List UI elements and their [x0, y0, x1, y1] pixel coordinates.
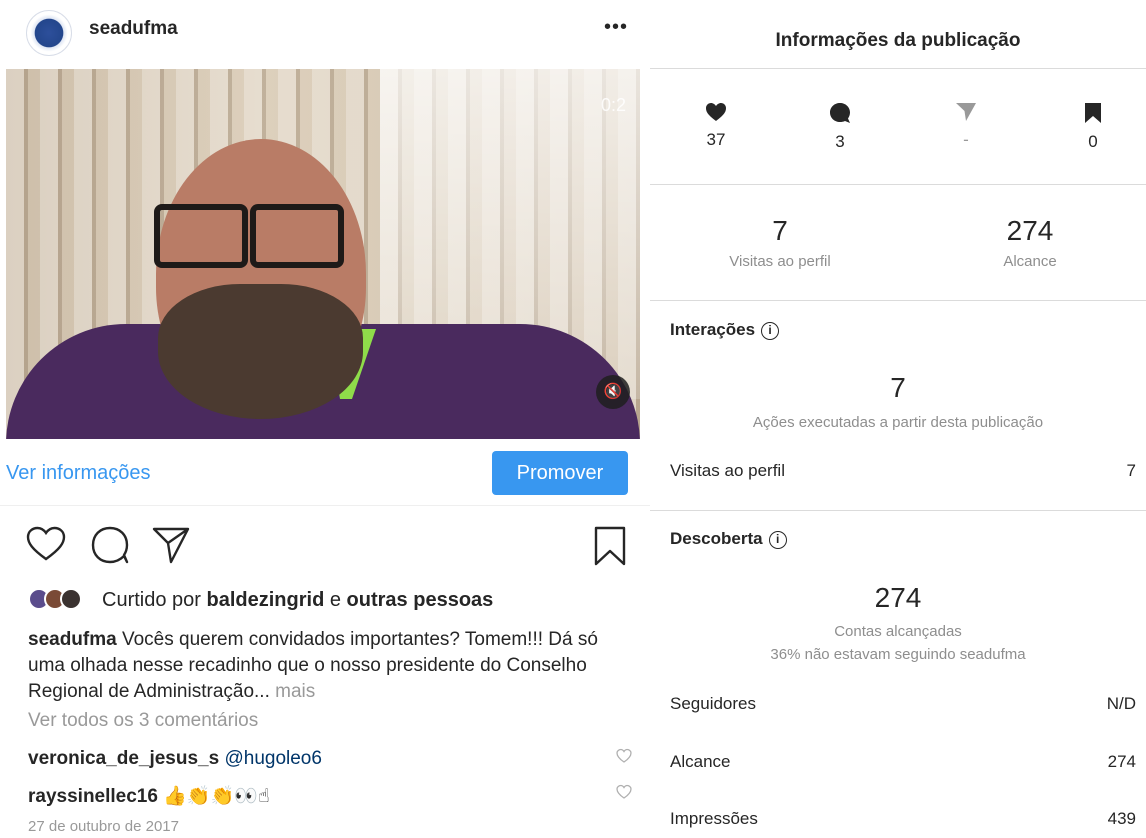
comment-icon[interactable] — [90, 526, 130, 564]
discovery-caption: Contas alcançadas — [834, 623, 962, 640]
post-panel: seadufma ••• 0:2 🔇 Ver informações Promo… — [0, 0, 650, 838]
row-label: Alcance — [670, 752, 731, 771]
row-label: Seguidores — [670, 694, 757, 713]
liked-prefix: Curtido por — [102, 589, 207, 611]
profile-visits-summary: 7 Visitas ao perfil — [660, 215, 900, 270]
promote-button[interactable]: Promover — [492, 451, 628, 495]
insights-panel: Informações da publicação 37 3 - 0 7 Vis… — [650, 0, 1146, 838]
comment-mention[interactable]: @hugoleo6 — [224, 748, 321, 769]
video-person-beard — [158, 284, 363, 419]
profile-visits-label: Visitas ao perfil — [729, 253, 831, 270]
video-person-glasses — [154, 204, 344, 268]
bookmark-icon[interactable] — [594, 526, 626, 566]
likes-count: 37 — [706, 130, 726, 149]
divider — [650, 68, 1146, 69]
row-value: N/D — [1106, 694, 1136, 713]
interactions-total: 7 — [890, 372, 906, 403]
reach-label: Alcance — [1003, 253, 1057, 270]
row-label: Impressões — [670, 809, 758, 828]
avatar — [60, 588, 82, 610]
heart-icon — [706, 103, 726, 121]
info-icon[interactable]: i — [761, 322, 780, 340]
reach-value: 274 — [1006, 215, 1054, 246]
like-comment-heart-icon[interactable] — [616, 748, 632, 764]
post-caption: seadufma Vocês querem convidados importa… — [28, 627, 628, 705]
shares-count: - — [963, 130, 969, 149]
video-timer: 0:2 — [600, 95, 626, 115]
discovery-title: Descoberta — [670, 529, 763, 548]
caption-more-link[interactable]: mais — [270, 681, 315, 702]
interactions-title: Interações — [670, 320, 756, 339]
interactions-heading: Interações i — [670, 320, 780, 340]
post-actions-bar: Ver informações Promover — [0, 440, 650, 506]
divider — [650, 510, 1146, 511]
heart-icon[interactable] — [26, 526, 66, 562]
row-value: 274 — [1107, 752, 1136, 771]
comment-text: 👍👏👏👀☝ — [163, 786, 270, 807]
discovery-row-followers: Seguidores N/D — [670, 694, 1136, 714]
comments-count: 3 — [835, 132, 845, 151]
view-all-comments-link[interactable]: Ver todos os 3 comentários — [28, 710, 258, 732]
liker-avatars — [28, 588, 98, 610]
comment-row: rayssinellec16 👍👏👏👀☝ — [28, 784, 632, 808]
divider — [650, 300, 1146, 301]
discovery-total: 274 — [874, 582, 922, 613]
share-icon — [956, 103, 976, 121]
liked-by-line: Curtido por baldezingrid e outras pessoa… — [28, 588, 493, 612]
comment-icon — [830, 103, 850, 123]
saves-count: 0 — [1088, 132, 1098, 151]
row-value: 7 — [1126, 461, 1136, 480]
divider — [650, 184, 1146, 185]
discovery-heading: Descoberta i — [670, 529, 787, 549]
interactions-caption: Ações executadas a partir desta publicaç… — [752, 414, 1044, 431]
more-options-button[interactable]: ••• — [604, 16, 628, 39]
discovery-row-reach: Alcance 274 — [670, 752, 1136, 772]
liked-mid: e — [324, 589, 347, 611]
avatar[interactable] — [26, 10, 72, 56]
speaker-muted-icon[interactable]: 🔇 — [596, 375, 630, 409]
view-insights-link[interactable]: Ver informações — [6, 462, 151, 485]
caption-username[interactable]: seadufma — [28, 629, 117, 650]
post-video[interactable]: 0:2 🔇 — [6, 69, 640, 439]
info-icon[interactable]: i — [768, 531, 787, 549]
page-title: Informações da publicação — [775, 30, 1021, 51]
shares-stat: - — [926, 102, 1006, 150]
row-label: Visitas ao perfil — [670, 461, 785, 480]
post-header: seadufma ••• — [0, 0, 650, 68]
liked-user-link[interactable]: baldezingrid — [207, 589, 325, 611]
liked-others-link[interactable]: outras pessoas — [347, 589, 494, 611]
comment-row: veronica_de_jesus_s @hugoleo6 — [28, 748, 632, 770]
likes-stat: 37 — [676, 102, 756, 150]
comment-username[interactable]: veronica_de_jesus_s — [28, 748, 219, 769]
discovery-sub-caption: 36% não estavam seguindo seadufma — [770, 646, 1026, 663]
reach-summary: 274 Alcance — [910, 215, 1146, 270]
post-date: 27 de outubro de 2017 — [28, 818, 179, 835]
interactions-row-profile-visits: Visitas ao perfil 7 — [670, 461, 1136, 481]
like-comment-heart-icon[interactable] — [616, 784, 632, 800]
saves-stat: 0 — [1053, 102, 1133, 152]
profile-visits-value: 7 — [772, 215, 788, 246]
comment-username[interactable]: rayssinellec16 — [28, 786, 158, 807]
post-icon-row — [0, 518, 650, 568]
discovery-row-impressions: Impressões 439 — [670, 809, 1136, 829]
row-value: 439 — [1107, 809, 1136, 828]
share-icon[interactable] — [152, 526, 190, 564]
post-username[interactable]: seadufma — [89, 18, 178, 40]
bookmark-icon — [1085, 103, 1101, 123]
comments-stat: 3 — [800, 102, 880, 152]
